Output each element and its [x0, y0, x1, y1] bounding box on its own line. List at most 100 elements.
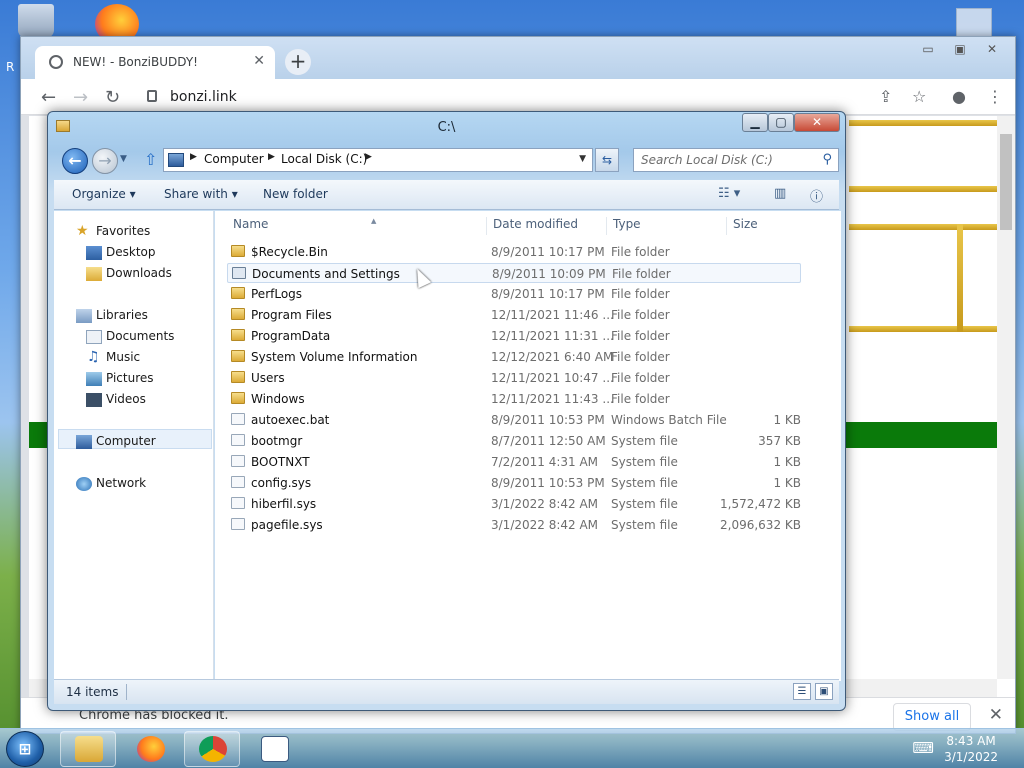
chrome-tab[interactable]: NEW! - BonziBUDDY! ✕	[35, 46, 275, 79]
recycle-bin-icon[interactable]	[18, 4, 54, 38]
nav-videos[interactable]: Videos	[106, 392, 146, 406]
file-row[interactable]: pagefile.sys 3/1/2022 8:42 AM System file 2…	[227, 515, 801, 535]
column-name-label: Name	[233, 217, 269, 231]
clock[interactable]: 8:43 AM 3/1/2022	[944, 733, 998, 765]
new-tab-button[interactable]: +	[285, 49, 311, 75]
nav-libraries[interactable]: Libraries	[96, 308, 148, 322]
scrollbar-thumb[interactable]	[1000, 134, 1012, 230]
close-button[interactable]: ✕	[977, 41, 1007, 59]
tab-close-icon[interactable]: ✕	[253, 53, 265, 69]
window-title: C:\	[437, 120, 456, 135]
file-row[interactable]: hiberfil.sys 3/1/2022 8:42 AM System file 1…	[227, 494, 801, 514]
file-row[interactable]: config.sys 8/9/2011 10:53 PM System file 1 …	[227, 473, 801, 493]
file-row[interactable]: BOOTNXT 7/2/2011 4:31 AM System file 1 KB	[227, 452, 801, 472]
breadcrumb-local-disk[interactable]: Local Disk (C:)	[281, 152, 367, 166]
view-options-icon[interactable]: ☷ ▾	[718, 186, 740, 201]
column-size[interactable]: Size	[733, 217, 803, 235]
new-folder-button[interactable]: New folder	[263, 187, 328, 201]
maximize-button[interactable]: ▢	[768, 113, 794, 132]
documents-icon	[86, 330, 102, 344]
nav-favorites[interactable]: Favorites	[96, 224, 150, 238]
show-all-button[interactable]: Show all	[893, 703, 971, 731]
history-dropdown-icon[interactable]: ▼	[120, 154, 127, 164]
address-bar[interactable]: bonzi.link	[170, 89, 237, 105]
share-with-button[interactable]: Share with ▾	[164, 187, 238, 201]
address-bar[interactable]: ▶ Computer ▶ Local Disk (C:) ▶ ▼	[163, 148, 593, 172]
back-arrow-icon[interactable]: ←	[41, 87, 57, 108]
file-name: ProgramData	[251, 329, 331, 343]
column-name[interactable]: Name ▲	[233, 217, 487, 235]
bamboo-decoration	[957, 224, 963, 332]
nav-desktop[interactable]: Desktop	[106, 245, 156, 259]
file-row[interactable]: autoexec.bat 8/9/2011 10:53 PM Windows Bat…	[227, 410, 801, 430]
desktop-icon	[86, 246, 102, 260]
menu-icon[interactable]: ⋮	[987, 87, 1003, 106]
large-icons-view-icon[interactable]: ▣	[815, 683, 833, 700]
star-icon: ★	[76, 223, 89, 239]
search-icon[interactable]: ⚲	[822, 152, 832, 167]
file-icon	[231, 476, 245, 488]
up-arrow-icon[interactable]: ⇧	[144, 150, 157, 169]
nav-downloads[interactable]: Downloads	[106, 266, 172, 280]
address-dropdown-icon[interactable]: ▼	[579, 154, 586, 164]
taskbar-chrome[interactable]	[184, 731, 240, 767]
breadcrumb-separator[interactable]: ▶	[365, 152, 372, 162]
file-row[interactable]: Users 12/11/2021 10:47 ... File folder	[227, 368, 801, 388]
preview-pane-icon[interactable]: ▥	[774, 186, 786, 201]
file-date-modified: 8/9/2011 10:17 PM	[491, 287, 605, 301]
page-scrollbar-vertical[interactable]	[997, 116, 1015, 679]
file-row[interactable]: bootmgr 8/7/2011 12:50 AM System file 357 K…	[227, 431, 801, 451]
file-row[interactable]: Documents and Settings 8/9/2011 10:09 PM F…	[227, 263, 801, 283]
taskbar-firefox[interactable]	[122, 731, 178, 767]
reload-icon[interactable]: ↻	[105, 87, 121, 108]
forward-arrow-icon[interactable]: →	[73, 87, 89, 108]
organize-label: Organize	[72, 187, 126, 201]
help-icon[interactable]: ⓘ	[810, 186, 823, 205]
file-row[interactable]: $Recycle.Bin 8/9/2011 10:17 PM File folder	[227, 242, 801, 262]
file-icon	[231, 413, 245, 425]
file-row[interactable]: ProgramData 12/11/2021 11:31 ... File fold…	[227, 326, 801, 346]
file-type: File folder	[611, 308, 670, 322]
lock-icon[interactable]	[147, 90, 157, 102]
breadcrumb-separator[interactable]: ▶	[190, 152, 197, 162]
search-input[interactable]: Search Local Disk (C:) ⚲	[633, 148, 839, 172]
nav-music[interactable]: Music	[106, 350, 140, 364]
minimize-button[interactable]: ▭	[913, 41, 943, 59]
nav-computer[interactable]: Computer	[96, 434, 156, 448]
nav-pictures[interactable]: Pictures	[106, 371, 154, 385]
file-name: Users	[251, 371, 285, 385]
chrome-icon	[199, 736, 227, 762]
column-type[interactable]: Type	[613, 217, 727, 235]
back-button[interactable]: ←	[62, 148, 88, 174]
clock-time: 8:43 AM	[946, 734, 996, 748]
file-name: bootmgr	[251, 434, 303, 448]
chrome-window-controls: ▭ ▣ ✕	[913, 41, 1007, 59]
breadcrumb-separator[interactable]: ▶	[268, 152, 275, 162]
column-date-modified[interactable]: Date modified	[493, 217, 607, 235]
file-date-modified: 12/12/2021 6:40 AM	[491, 350, 614, 364]
taskbar-tasks[interactable]	[246, 731, 302, 767]
download-bar-close-icon[interactable]: ✕	[989, 705, 1003, 725]
bamboo-decoration	[849, 120, 999, 126]
share-icon[interactable]: ⇪	[879, 87, 892, 106]
start-button[interactable]: ⊞	[6, 731, 44, 767]
network-tray-icon[interactable]: ⌨	[912, 739, 934, 757]
file-row[interactable]: Program Files 12/11/2021 11:46 ... File fo…	[227, 305, 801, 325]
maximize-button[interactable]: ▣	[945, 41, 975, 59]
forward-button[interactable]: →	[92, 148, 118, 174]
file-type: System file	[611, 518, 678, 532]
file-row[interactable]: System Volume Information 12/12/2021 6:40…	[227, 347, 801, 367]
organize-button[interactable]: Organize ▾	[72, 187, 136, 201]
file-row[interactable]: PerfLogs 8/9/2011 10:17 PM File folder	[227, 284, 801, 304]
taskbar-explorer[interactable]	[60, 731, 116, 767]
nav-documents[interactable]: Documents	[106, 329, 174, 343]
breadcrumb-computer[interactable]: Computer	[204, 152, 264, 166]
profile-icon[interactable]: ●	[952, 87, 966, 106]
minimize-button[interactable]: ▁	[742, 113, 768, 132]
bookmark-star-icon[interactable]: ☆	[912, 87, 926, 106]
refresh-button[interactable]: ⇆	[595, 148, 619, 172]
details-view-icon[interactable]: ☰	[793, 683, 811, 700]
close-button[interactable]: ✕	[794, 113, 840, 132]
nav-network[interactable]: Network	[96, 476, 146, 490]
file-row[interactable]: Windows 12/11/2021 11:43 ... File folder	[227, 389, 801, 409]
